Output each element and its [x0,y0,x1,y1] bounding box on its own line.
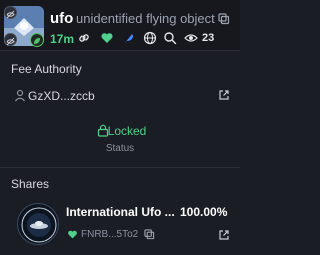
token-symbol: ufo [50,10,74,27]
share-name: International Ufo ... [66,205,175,219]
user-icon [15,89,25,102]
shares-title: Shares [11,177,50,191]
fee-authority-address: GzXD...zccb [28,89,95,103]
eye-icon [184,34,198,42]
feather-icon[interactable] [122,31,136,45]
lock-status-label: Status [105,143,135,154]
token-name: unidentified flying object [76,11,215,26]
share-address: FNRB...5To2 [81,229,139,240]
eye-off-badge-icon [4,33,17,46]
heart-icon [68,230,77,239]
globe-icon[interactable] [143,31,157,45]
external-link-icon[interactable] [218,229,230,241]
divider [0,167,240,168]
eye-off-badge-icon [4,6,17,19]
token-age: 17m [50,32,75,46]
share-percent: 100.00% [180,205,228,219]
fee-authority-title: Fee Authority [11,62,82,76]
external-link-icon[interactable] [218,89,230,101]
share-logo [17,203,59,245]
lock-state: Locked [107,124,147,138]
heart-icon[interactable] [100,31,114,45]
watchers-count: 23 [202,32,215,44]
divider [0,50,240,51]
leaf-badge-icon [30,33,44,47]
search-icon[interactable] [163,31,177,45]
copy-icon[interactable] [218,12,230,30]
copy-icon[interactable] [144,229,155,240]
link-icon[interactable] [77,31,91,45]
